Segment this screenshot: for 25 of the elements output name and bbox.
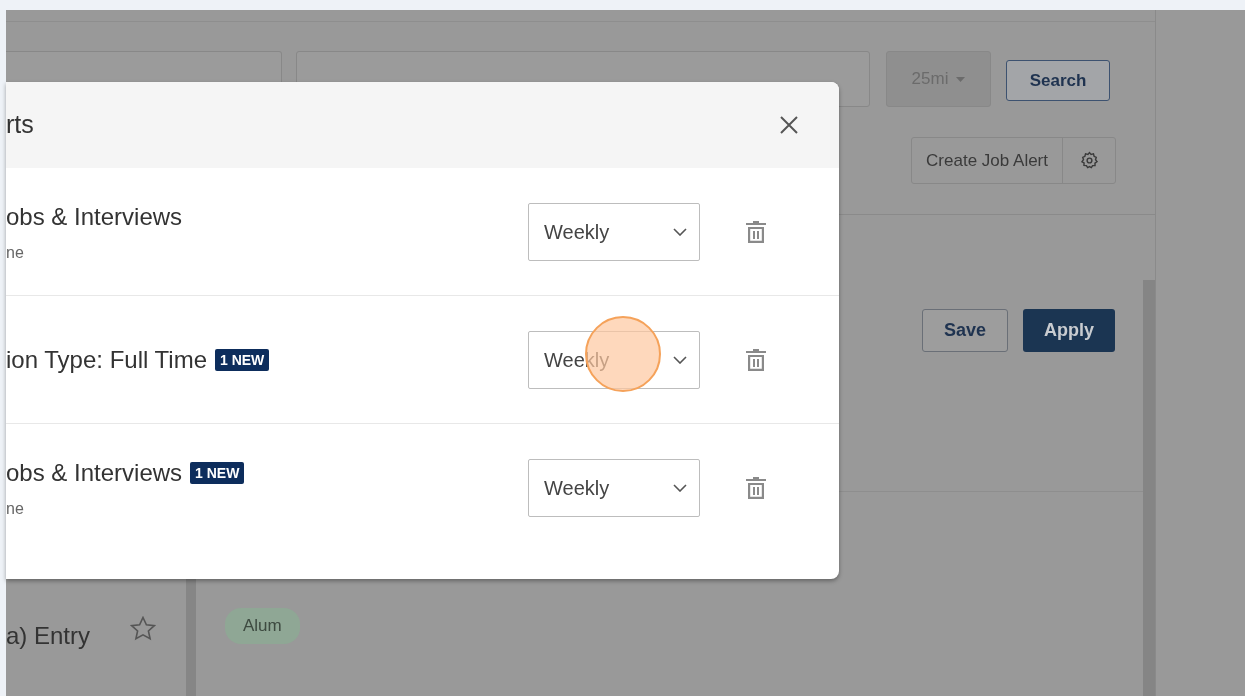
- job-title[interactable]: a) Entry: [6, 618, 91, 654]
- search-button[interactable]: Search: [1006, 60, 1110, 101]
- settings-icon: [1079, 151, 1099, 170]
- frequency-select[interactable]: Weekly: [528, 459, 700, 517]
- chevron-down-icon: [673, 484, 687, 492]
- alert-name: obs & Interviews: [6, 201, 183, 232]
- star-icon[interactable]: [130, 616, 156, 641]
- caret-icon: [956, 76, 966, 82]
- close-icon: [779, 115, 799, 135]
- chevron-down-icon: [673, 227, 687, 236]
- save-button[interactable]: Save: [922, 309, 1008, 352]
- close-button[interactable]: [779, 115, 799, 135]
- frequency-select[interactable]: Weekly: [528, 202, 700, 261]
- trash-icon[interactable]: [745, 347, 767, 372]
- apply-button[interactable]: Apply: [1023, 309, 1115, 352]
- alert-name: obs & Interviews: [6, 458, 183, 488]
- trash-icon[interactable]: [745, 219, 767, 244]
- alert-subtitle: ne: [6, 242, 25, 263]
- trash-icon[interactable]: [745, 476, 767, 500]
- alert-subtitle: ne: [6, 499, 25, 519]
- new-badge: 1 NEW: [215, 348, 270, 371]
- tag: Alum: [225, 608, 300, 644]
- alert-name: ion Type: Full Time: [6, 344, 207, 375]
- new-badge: 1 NEW: [190, 462, 245, 484]
- modal-title: rts: [6, 109, 34, 141]
